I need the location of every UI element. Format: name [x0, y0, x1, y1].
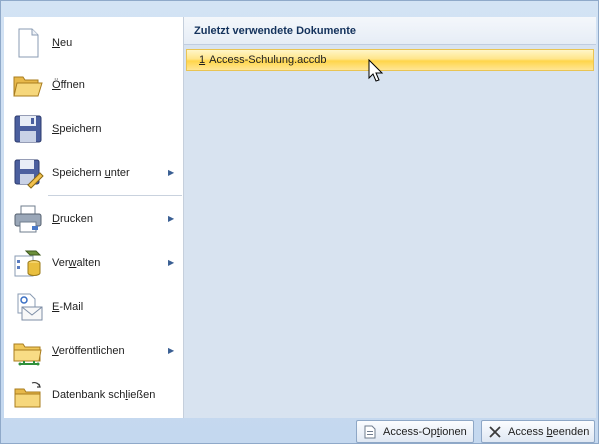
- menu-item-new[interactable]: Neu: [4, 21, 184, 65]
- manage-database-icon: [14, 250, 42, 277]
- menu-item-label: Datenbank schließen: [52, 389, 156, 401]
- access-options-button[interactable]: Access-Optionen: [356, 420, 474, 443]
- exit-access-button[interactable]: Access beenden: [481, 420, 595, 443]
- menu-item-label: Neu: [52, 37, 73, 49]
- open-folder-icon: [13, 76, 43, 97]
- recent-documents-title: Zuletzt verwendete Dokumente: [184, 17, 596, 45]
- menu-item-label: Verwalten: [52, 257, 101, 269]
- close-x-icon: [489, 425, 501, 438]
- menu-item-label: Öffnen: [52, 79, 85, 91]
- menu-item-label: Speichern unter: [52, 167, 130, 179]
- file-menu: Neu Öffnen Speichern Speichern unter ▶ D…: [4, 17, 184, 418]
- email-icon: [17, 293, 43, 321]
- menu-item-publish[interactable]: Veröffentlichen ▶: [4, 329, 184, 373]
- recent-document-item[interactable]: 1 Access-Schulung.accdb: [186, 49, 594, 71]
- menu-item-save[interactable]: Speichern: [4, 107, 184, 151]
- office-menu-window: Neu Öffnen Speichern Speichern unter ▶ D…: [0, 0, 599, 444]
- submenu-arrow-icon: ▶: [168, 168, 175, 177]
- exit-access-label: Access beenden: [508, 425, 590, 438]
- recent-documents-panel: Zuletzt verwendete Dokumente 1 Access-Sch…: [184, 17, 596, 418]
- options-document-icon: [364, 425, 376, 438]
- close-database-folder-icon: [14, 381, 41, 408]
- menu-item-save-as[interactable]: Speichern unter ▶: [4, 151, 184, 195]
- save-floppy-icon: [14, 115, 42, 143]
- recent-document-number: 1: [199, 54, 206, 66]
- menu-item-label: Speichern: [52, 123, 102, 135]
- menu-divider: [48, 195, 182, 196]
- access-options-label: Access-Optionen: [383, 425, 467, 438]
- printer-icon: [14, 205, 42, 233]
- submenu-arrow-icon: ▶: [168, 258, 175, 267]
- menu-item-manage[interactable]: Verwalten ▶: [4, 241, 184, 285]
- submenu-arrow-icon: ▶: [168, 214, 175, 223]
- menu-item-print[interactable]: Drucken ▶: [4, 197, 184, 241]
- menu-item-email[interactable]: E-Mail: [4, 285, 184, 329]
- publish-folder-icon: [13, 343, 42, 366]
- new-document-icon: [18, 28, 39, 58]
- menu-item-label: Drucken: [52, 213, 93, 225]
- recent-document-name: Access-Schulung.accdb: [209, 54, 327, 66]
- menu-item-label: E-Mail: [52, 301, 84, 313]
- mouse-pointer-icon: [368, 59, 384, 82]
- save-as-icon: [14, 159, 44, 189]
- submenu-arrow-icon: ▶: [168, 346, 175, 355]
- menu-item-label: Veröffentlichen: [52, 345, 125, 357]
- menu-item-open[interactable]: Öffnen: [4, 63, 184, 107]
- menu-item-close-database[interactable]: Datenbank schließen: [4, 373, 184, 417]
